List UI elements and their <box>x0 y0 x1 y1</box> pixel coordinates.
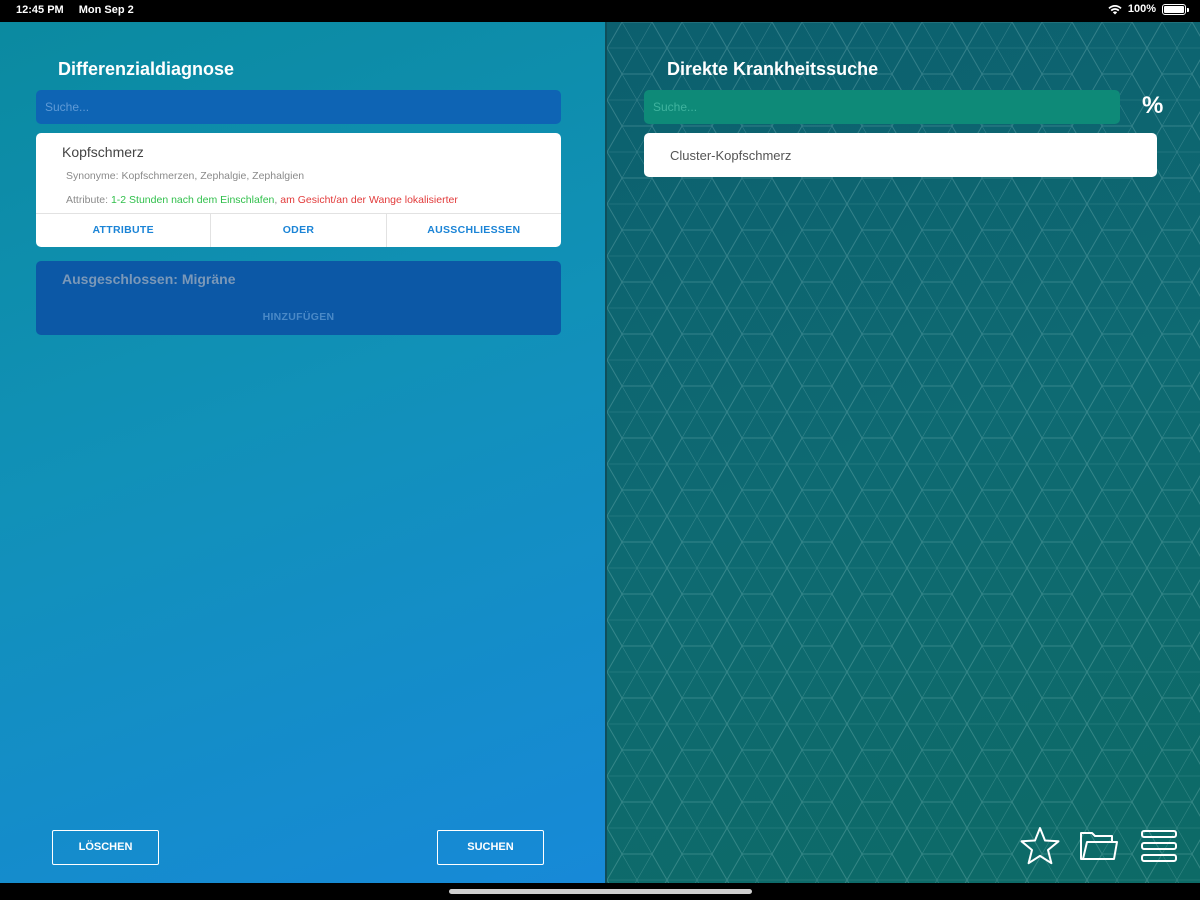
or-button[interactable]: ODER <box>211 214 387 247</box>
status-bar: 12:45 PM Mon Sep 2 100% <box>0 0 1200 22</box>
status-time: 12:45 PM <box>16 4 64 16</box>
star-icon[interactable] <box>1019 825 1061 867</box>
excluded-card: Ausgeschlossen: Migräne HINZUFÜGEN <box>36 261 561 335</box>
excluded-label: Ausgeschlossen: Migräne <box>62 271 236 287</box>
battery-percent: 100% <box>1127 3 1156 15</box>
attributes-prefix: Attribute: <box>66 194 111 206</box>
attribute-button[interactable]: ATTRIBUTE <box>36 214 212 247</box>
menu-icon[interactable] <box>1139 825 1181 867</box>
folder-icon[interactable] <box>1078 825 1120 867</box>
add-button[interactable]: HINZUFÜGEN <box>36 311 561 323</box>
panel-title: Direkte Krankheitssuche <box>667 59 879 79</box>
symptom-card-actions: ATTRIBUTE ODER AUSSCHLIESSEN <box>36 213 561 247</box>
home-indicator[interactable] <box>449 889 752 894</box>
symptom-attributes: Attribute: 1-2 Stunden nach dem Einschla… <box>66 194 458 206</box>
battery-icon <box>1162 3 1189 15</box>
wifi-icon <box>1108 4 1122 14</box>
exclude-button[interactable]: AUSSCHLIESSEN <box>387 214 561 247</box>
home-bar-area <box>0 883 1200 900</box>
direct-disease-search-panel: Direkte Krankheitssuche % Cluster-Kopfsc… <box>607 22 1200 883</box>
delete-button[interactable]: LÖSCHEN <box>52 830 159 865</box>
symptom-card[interactable]: Kopfschmerz Synonyme: Kopfschmerzen, Zep… <box>36 133 561 247</box>
symptom-synonyms: Synonyme: Kopfschmerzen, Zephalgie, Zeph… <box>66 170 305 182</box>
symptom-name: Kopfschmerz <box>62 144 144 160</box>
ipad-screen: 12:45 PM Mon Sep 2 100% Differenzialdiag… <box>0 0 1200 900</box>
differential-diagnosis-panel: Differenzialdiagnose Kopfschmerz Synonym… <box>0 22 605 883</box>
symptom-search-input[interactable] <box>36 90 561 124</box>
attribute-included: 1-2 Stunden nach dem Einschlafen <box>110 194 275 206</box>
percent-toggle[interactable]: % <box>1142 92 1163 120</box>
attribute-excluded: am Gesicht/an der Wange lokalisierter <box>280 194 458 206</box>
search-button[interactable]: SUCHEN <box>437 830 544 865</box>
result-list-item[interactable]: Cluster-Kopfschmerz <box>644 133 1157 177</box>
status-date: Mon Sep 2 <box>78 4 134 16</box>
panel-title: Differenzialdiagnose <box>58 59 235 79</box>
disease-search-input[interactable] <box>644 90 1120 124</box>
result-label: Cluster-Kopfschmerz <box>670 148 792 163</box>
